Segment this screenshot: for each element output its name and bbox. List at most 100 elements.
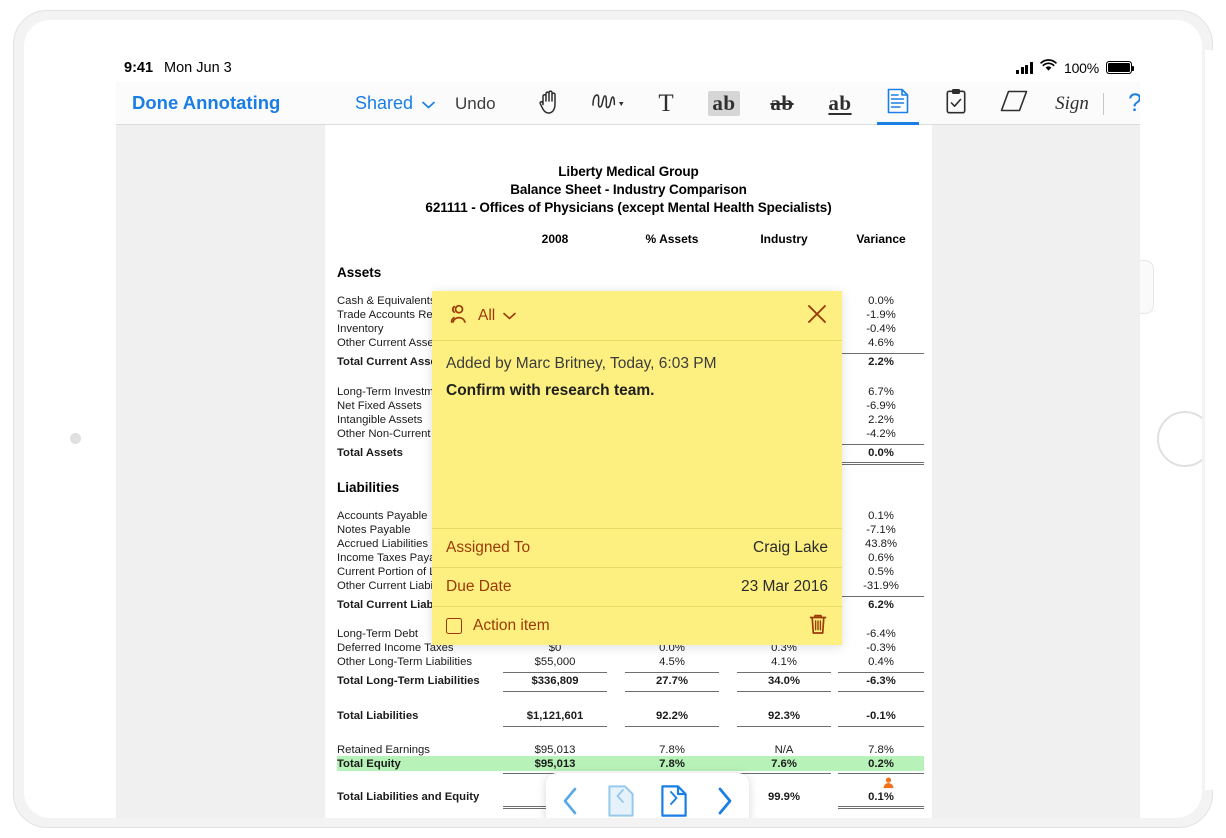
status-bar: 9:41 Mon Jun 3 100% bbox=[116, 53, 1140, 82]
strikethrough-ab-icon: ab bbox=[770, 91, 794, 115]
freehand-draw-tool[interactable] bbox=[579, 82, 637, 125]
strikethrough-tool[interactable]: ab bbox=[753, 82, 811, 125]
section-heading-liabilities: Liabilities bbox=[337, 480, 400, 495]
status-time: 9:41 bbox=[124, 59, 154, 76]
row-label: Other Current Assets bbox=[337, 337, 443, 349]
text-tool[interactable]: T bbox=[637, 82, 695, 125]
row-label: Net Fixed Assets bbox=[337, 400, 422, 412]
row-variance: 2.2% bbox=[868, 356, 894, 368]
row-rule-double bbox=[838, 806, 924, 809]
note-assigned-to-value: Craig Lake bbox=[753, 539, 828, 556]
row-industry: 7.6% bbox=[771, 758, 797, 770]
row-rule bbox=[737, 726, 831, 727]
chevron-down-icon bbox=[422, 93, 435, 114]
annotation-toolbar: Done Annotating Shared Undo T ab ab ab S… bbox=[116, 82, 1140, 125]
note-audience-dropdown[interactable]: All bbox=[446, 304, 517, 327]
chevron-left-icon[interactable] bbox=[559, 786, 581, 816]
note-due-date-row[interactable]: Due Date 23 Mar 2016 bbox=[432, 567, 842, 606]
chevron-down-icon bbox=[503, 307, 517, 324]
column-header-pct-assets: % Assets bbox=[645, 232, 699, 246]
row-rule bbox=[737, 672, 831, 673]
battery-percent: 100% bbox=[1063, 59, 1099, 76]
underline-ab-icon: ab bbox=[828, 91, 852, 115]
row-label: Total Liabilities bbox=[337, 710, 419, 722]
row-variance: 4.6% bbox=[868, 337, 894, 349]
eraser-tool[interactable] bbox=[985, 82, 1043, 125]
row-variance: 2.2% bbox=[868, 414, 894, 426]
column-header-variance: Variance bbox=[856, 232, 906, 246]
text-T-icon: T bbox=[658, 89, 674, 117]
hand-icon bbox=[537, 88, 563, 120]
note-action-item-row[interactable]: Action item bbox=[432, 606, 842, 645]
highlight-tool[interactable]: ab bbox=[695, 82, 753, 125]
note-due-date-value: 23 Mar 2016 bbox=[740, 578, 828, 595]
row-rule bbox=[503, 726, 607, 727]
close-x-icon[interactable] bbox=[806, 303, 828, 329]
note-meta-text: Added by Marc Britney, Today, 6:03 PM bbox=[446, 355, 717, 372]
row-variance: 0.6% bbox=[868, 552, 894, 564]
table-row[interactable]: Total Long-Term Liabilities $336,809 27.… bbox=[325, 675, 932, 690]
table-row[interactable]: Other Long-Term Liabilities $55,000 4.5%… bbox=[325, 656, 932, 671]
table-row[interactable]: Total Equity $95,013 7.8% 7.6% 0.2% bbox=[325, 758, 932, 773]
sticky-note-header: All bbox=[432, 291, 842, 341]
done-annotating-button[interactable]: Done Annotating bbox=[132, 92, 280, 114]
row-rule bbox=[838, 773, 924, 774]
table-row[interactable]: Total Liabilities $1,121,601 92.2% 92.3%… bbox=[325, 710, 932, 725]
note-audience-label: All bbox=[478, 306, 496, 324]
trash-icon[interactable] bbox=[808, 613, 828, 639]
row-label: Accrued Liabilities bbox=[337, 538, 429, 550]
undo-button[interactable]: Undo bbox=[455, 94, 496, 114]
pan-hand-tool[interactable] bbox=[521, 82, 579, 125]
row-variance: 0.2% bbox=[868, 758, 894, 770]
action-item-toggle[interactable]: Action item bbox=[446, 617, 550, 635]
note-assigned-to-row[interactable]: Assigned To Craig Lake bbox=[432, 528, 842, 567]
row-2008: $55,000 bbox=[534, 656, 576, 668]
help-tool[interactable]: ? bbox=[1106, 82, 1140, 125]
row-rule bbox=[838, 444, 924, 445]
shared-label: Shared bbox=[355, 93, 414, 113]
checkbox-unchecked-icon[interactable] bbox=[446, 618, 462, 634]
row-variance: -0.4% bbox=[866, 323, 896, 335]
row-rule bbox=[625, 726, 719, 727]
row-label: Total Long-Term Liabilities bbox=[337, 675, 480, 687]
row-label: Total Assets bbox=[337, 447, 403, 459]
row-variance: 0.0% bbox=[868, 447, 894, 459]
row-label: Inventory bbox=[337, 323, 384, 335]
row-variance: 7.8% bbox=[868, 744, 894, 756]
sticky-note-tool[interactable] bbox=[869, 82, 927, 125]
note-document-icon bbox=[887, 88, 909, 119]
shared-dropdown[interactable]: Shared bbox=[355, 93, 435, 114]
row-variance: -6.3% bbox=[866, 675, 896, 687]
column-header-industry: Industry bbox=[760, 232, 808, 246]
chevron-right-icon[interactable] bbox=[714, 786, 736, 816]
row-pct-assets: 7.8% bbox=[659, 744, 685, 756]
front-camera-dot bbox=[70, 433, 81, 444]
sticky-note-popup[interactable]: All Added by Marc Britney, Today, 6:03 P… bbox=[432, 291, 842, 645]
squiggle-pen-icon bbox=[591, 91, 625, 116]
sign-tool[interactable]: Sign bbox=[1043, 82, 1101, 125]
row-variance: -31.9% bbox=[863, 580, 899, 592]
action-item-tool[interactable] bbox=[927, 82, 985, 125]
row-2008: $95,013 bbox=[534, 758, 576, 770]
row-variance: -0.1% bbox=[866, 710, 896, 722]
sticky-note-body[interactable]: Added by Marc Britney, Today, 6:03 PM Co… bbox=[432, 341, 842, 528]
row-industry: N/A bbox=[774, 744, 794, 756]
signature-icon: Sign bbox=[1055, 92, 1089, 114]
note-comment-text: Confirm with research team. bbox=[446, 382, 655, 399]
row-label: Cash & Equivalents bbox=[337, 295, 436, 307]
document-viewport[interactable]: Liberty Medical Group Balance Sheet - In… bbox=[116, 125, 1140, 818]
doc-title-line2: Balance Sheet - Industry Comparison bbox=[510, 182, 747, 197]
row-variance: 0.1% bbox=[868, 791, 894, 803]
underline-tool[interactable]: ab bbox=[811, 82, 869, 125]
section-heading-assets: Assets bbox=[337, 265, 382, 280]
next-page-document-icon[interactable] bbox=[661, 784, 687, 817]
row-rule bbox=[625, 672, 719, 673]
row-variance: -6.4% bbox=[866, 628, 896, 640]
status-bar-right: 100% bbox=[1016, 59, 1135, 76]
row-rule bbox=[838, 672, 924, 673]
doc-title-line3: 621111 - Offices of Physicians (except M… bbox=[425, 200, 832, 215]
people-group-icon bbox=[446, 304, 470, 327]
annotation-author-avatar[interactable] bbox=[882, 776, 895, 789]
home-button-circle[interactable] bbox=[1157, 411, 1202, 467]
previous-page-document-icon[interactable] bbox=[608, 784, 634, 817]
